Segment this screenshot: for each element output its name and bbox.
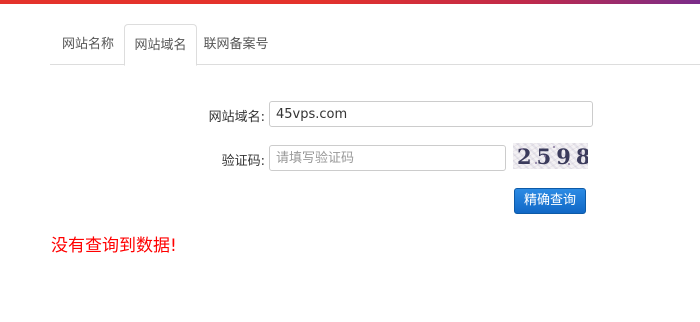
captcha-noise (544, 155, 546, 157)
no-data-message: 没有查询到数据! (51, 236, 177, 256)
captcha-noise (580, 152, 582, 154)
top-accent-bar (0, 0, 700, 4)
tab-site-name[interactable]: 网站名称 (52, 24, 124, 65)
captcha-input[interactable] (269, 145, 506, 171)
captcha-noise (568, 163, 570, 165)
captcha-label: 验证码: (221, 154, 265, 169)
precise-query-button[interactable]: 精确查询 (514, 188, 586, 214)
tab-site-domain[interactable]: 网站域名 (124, 24, 197, 66)
tab-icp-number[interactable]: 联网备案号 (200, 24, 272, 65)
captcha-image[interactable]: 2598 (513, 143, 588, 169)
captcha-noise (521, 148, 523, 150)
domain-input[interactable] (269, 101, 593, 127)
domain-label: 网站域名: (208, 110, 265, 125)
captcha-noise (553, 146, 555, 148)
captcha-noise (535, 162, 537, 164)
search-type-tabs: 网站名称 网站域名 联网备案号 (50, 24, 700, 66)
